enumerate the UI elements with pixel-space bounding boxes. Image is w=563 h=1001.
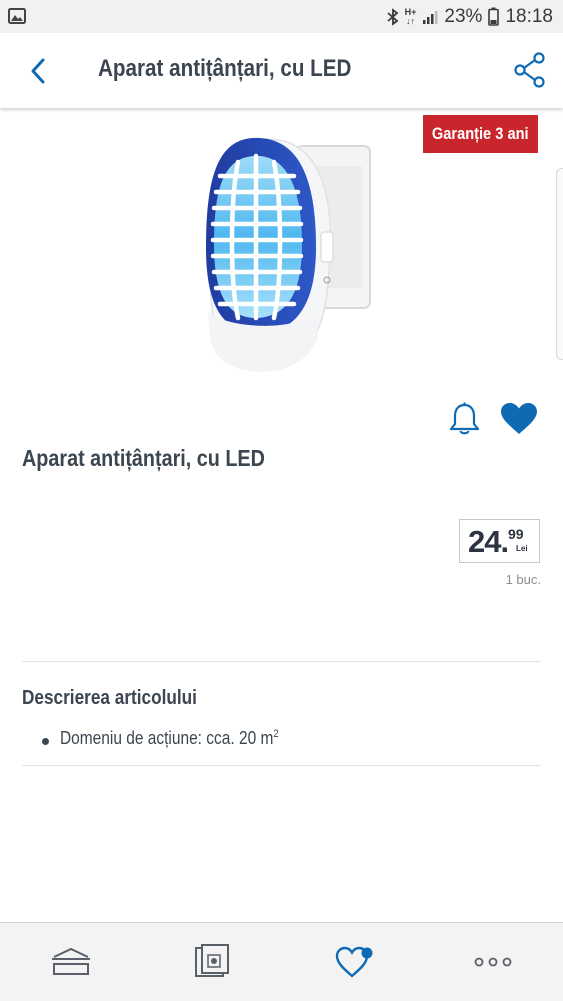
price-tag: 24. 99 Lei bbox=[459, 519, 540, 563]
guarantee-badge: Garanție 3 ani bbox=[423, 115, 538, 153]
bell-icon[interactable] bbox=[448, 402, 481, 436]
more-icon[interactable] bbox=[474, 957, 512, 967]
unit-label: 1 buc. bbox=[505, 572, 541, 587]
status-bar: H+ ↓↑ 23% 18:18 bbox=[0, 0, 563, 33]
divider bbox=[22, 661, 541, 662]
divider bbox=[22, 765, 541, 766]
bottom-nav bbox=[0, 922, 563, 1001]
app-header: Aparat antițânțari, cu LED bbox=[0, 33, 563, 108]
favorite-heart-icon[interactable] bbox=[500, 402, 538, 436]
battery-percent: 23% bbox=[444, 5, 483, 27]
description-item-sup: 2 bbox=[273, 728, 279, 740]
gallery-notification-icon bbox=[8, 8, 26, 24]
bluetooth-icon bbox=[387, 7, 399, 26]
description-item: Domeniu de acțiune: cca. 20 m2 bbox=[60, 728, 279, 749]
share-icon[interactable] bbox=[513, 52, 547, 88]
product-image[interactable] bbox=[198, 132, 376, 377]
price-cents: 99 bbox=[508, 526, 524, 542]
leaflet-icon[interactable] bbox=[193, 943, 231, 979]
home-icon[interactable] bbox=[50, 947, 92, 977]
guarantee-badge-label: Garanție 3 ani bbox=[432, 124, 529, 143]
product-title: Aparat antițânțari, cu LED bbox=[22, 445, 265, 471]
clock: 18:18 bbox=[505, 5, 553, 27]
description-item-text: Domeniu de acțiune: cca. 20 m bbox=[60, 728, 274, 748]
network-activity: ↓↑ bbox=[406, 15, 416, 26]
price-main: 24. bbox=[468, 524, 509, 559]
description-heading: Descrierea articolului bbox=[22, 687, 197, 709]
image-carousel-edge[interactable] bbox=[556, 168, 563, 360]
signal-icon bbox=[423, 10, 438, 24]
price-currency: Lei bbox=[516, 544, 528, 553]
bullet-icon bbox=[42, 738, 49, 745]
battery-icon bbox=[488, 7, 500, 26]
favorites-icon[interactable] bbox=[335, 945, 375, 979]
page-title: Aparat antițânțari, cu LED bbox=[98, 55, 352, 82]
back-arrow-icon[interactable] bbox=[26, 55, 54, 87]
